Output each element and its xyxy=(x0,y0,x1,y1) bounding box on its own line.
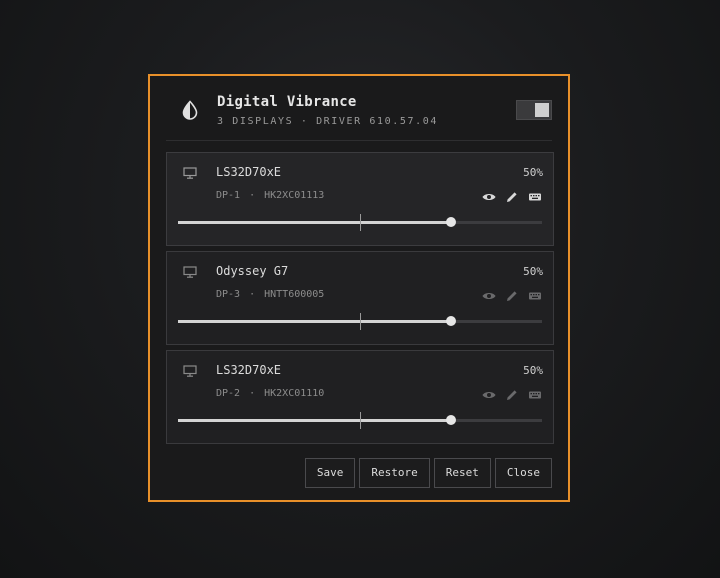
master-toggle[interactable] xyxy=(516,100,552,120)
panel-subtitle: 3 DISPLAYS · DRIVER 610.57.04 xyxy=(217,116,438,127)
eye-icon[interactable] xyxy=(481,189,497,203)
droplet-half-icon xyxy=(182,100,198,120)
display-card[interactable]: Odyssey G7 50% DP-3 · HNTT600005 xyxy=(166,251,554,345)
slider-center-mark xyxy=(360,412,361,429)
display-port: DP-1 xyxy=(216,190,241,201)
slider-thumb[interactable] xyxy=(446,316,456,326)
display-port: DP-3 xyxy=(216,289,241,300)
pencil-icon[interactable] xyxy=(504,189,520,203)
monitor-icon xyxy=(183,365,197,377)
display-name: LS32D70xE xyxy=(216,165,282,179)
display-list: LS32D70xE 50% DP-1 · HK2XC01113 Odyssey G7 xyxy=(166,152,554,449)
vibrance-slider[interactable] xyxy=(178,313,542,330)
monitor-icon xyxy=(183,167,197,179)
display-card[interactable]: LS32D70xE 50% DP-2 · HK2XC01110 xyxy=(166,350,554,444)
eye-icon[interactable] xyxy=(481,387,497,401)
keyboard-icon[interactable] xyxy=(527,189,543,203)
display-port: DP-2 xyxy=(216,388,241,399)
action-buttons: Save Restore Reset Close xyxy=(304,458,552,488)
display-serial: HK2XC01113 xyxy=(264,190,325,201)
panel-title: Digital Vibrance xyxy=(217,94,357,110)
eye-icon[interactable] xyxy=(481,288,497,302)
display-actions xyxy=(474,288,543,302)
vibrance-value: 50% xyxy=(523,265,543,278)
slider-fill xyxy=(178,221,451,224)
meta-separator: · xyxy=(249,190,256,201)
pencil-icon[interactable] xyxy=(504,387,520,401)
toggle-knob xyxy=(535,103,549,117)
display-meta: DP-3 · HNTT600005 xyxy=(216,289,324,300)
digital-vibrance-panel: Digital Vibrance 3 DISPLAYS · DRIVER 610… xyxy=(148,74,570,502)
restore-button[interactable]: Restore xyxy=(359,458,430,488)
display-name: LS32D70xE xyxy=(216,363,282,377)
keyboard-icon[interactable] xyxy=(527,387,543,401)
close-button[interactable]: Close xyxy=(494,458,552,488)
slider-fill xyxy=(178,419,451,422)
display-actions xyxy=(474,387,543,401)
display-meta: DP-2 · HK2XC01110 xyxy=(216,388,324,399)
slider-thumb[interactable] xyxy=(446,217,456,227)
display-meta: DP-1 · HK2XC01113 xyxy=(216,190,324,201)
pencil-icon[interactable] xyxy=(504,288,520,302)
vibrance-value: 50% xyxy=(523,364,543,377)
meta-separator: · xyxy=(249,289,256,300)
vibrance-slider[interactable] xyxy=(178,412,542,429)
display-actions xyxy=(474,189,543,203)
monitor-icon xyxy=(183,266,197,278)
panel-header: Digital Vibrance 3 DISPLAYS · DRIVER 610… xyxy=(166,92,552,141)
display-card[interactable]: LS32D70xE 50% DP-1 · HK2XC01113 xyxy=(166,152,554,246)
vibrance-value: 50% xyxy=(523,166,543,179)
display-serial: HNTT600005 xyxy=(264,289,325,300)
slider-center-mark xyxy=(360,214,361,231)
reset-button[interactable]: Reset xyxy=(433,458,491,488)
display-serial: HK2XC01110 xyxy=(264,388,325,399)
meta-separator: · xyxy=(249,388,256,399)
slider-center-mark xyxy=(360,313,361,330)
slider-thumb[interactable] xyxy=(446,415,456,425)
vibrance-slider[interactable] xyxy=(178,214,542,231)
display-name: Odyssey G7 xyxy=(216,264,289,278)
save-button[interactable]: Save xyxy=(304,458,356,488)
keyboard-icon[interactable] xyxy=(527,288,543,302)
slider-fill xyxy=(178,320,451,323)
